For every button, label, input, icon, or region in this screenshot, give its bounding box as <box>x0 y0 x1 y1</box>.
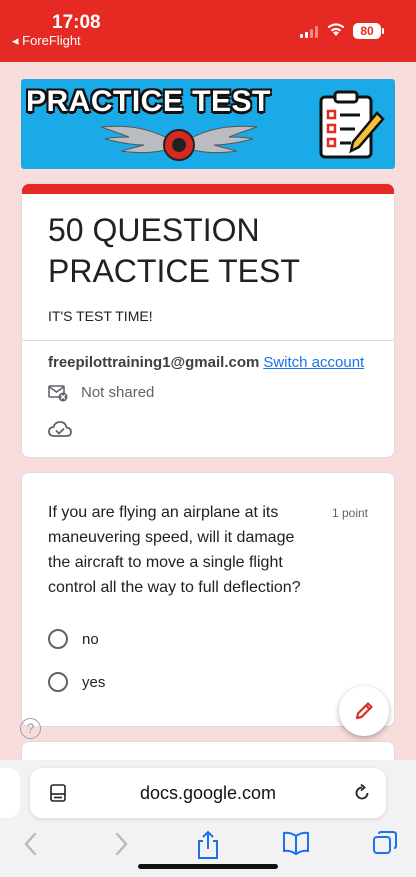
share-icon[interactable] <box>196 830 220 860</box>
banner-title: PRACTICE TEST <box>26 85 271 118</box>
edit-icon <box>355 702 373 720</box>
back-icon[interactable] <box>22 830 40 858</box>
edit-button[interactable] <box>339 686 389 736</box>
form-title: 50 QUESTION PRACTICE TEST <box>48 212 300 289</box>
not-shared-label: Not shared <box>81 384 155 401</box>
question-text: If you are flying an airplane at its man… <box>48 504 301 596</box>
clipboard-checklist-icon <box>319 90 385 159</box>
cloud-icon <box>48 421 72 437</box>
back-to-app-link[interactable]: ◂ ForeFlight <box>12 33 81 49</box>
option-no[interactable]: no <box>48 629 99 649</box>
option-label: no <box>82 630 99 648</box>
url-text[interactable]: docs.google.com <box>30 783 386 804</box>
wifi-icon <box>327 23 345 36</box>
option-yes[interactable]: yes <box>48 672 105 692</box>
previous-tab-peek[interactable] <box>0 768 20 818</box>
address-bar[interactable]: docs.google.com <box>30 768 386 818</box>
clock: 17:08 <box>52 12 101 33</box>
account-row: freepilottraining1@gmail.com Switch accou… <box>48 354 364 371</box>
browser-bottom-bar: docs.google.com <box>0 760 416 877</box>
help-icon[interactable]: ? <box>20 718 41 739</box>
form-description: IT'S TEST TIME! <box>48 308 153 324</box>
form-header-card: 50 QUESTION PRACTICE TEST IT'S TEST TIME… <box>21 183 395 458</box>
switch-account-link[interactable]: Switch account <box>263 354 364 371</box>
battery-indicator: 80 <box>353 23 384 39</box>
status-bar: 17:08 ◂ ForeFlight 80 <box>0 0 416 62</box>
reload-icon[interactable] <box>352 783 372 803</box>
mail-off-icon <box>48 385 68 402</box>
home-indicator <box>138 864 278 869</box>
pilot-wings-icon <box>100 125 258 161</box>
bookmarks-icon[interactable] <box>282 830 310 856</box>
question-card: If you are flying an airplane at its man… <box>21 472 395 727</box>
question-points: 1 point <box>331 506 368 520</box>
account-email: freepilottraining1@gmail.com <box>48 354 260 371</box>
forward-icon[interactable] <box>112 830 130 858</box>
radio-button[interactable] <box>48 629 68 649</box>
radio-button[interactable] <box>48 672 68 692</box>
cellular-signal-icon <box>300 26 322 38</box>
divider <box>22 340 394 341</box>
tabs-icon[interactable] <box>372 830 398 856</box>
option-label: yes <box>82 673 106 691</box>
card-accent-bar <box>22 184 394 194</box>
browser-toolbar <box>0 826 416 866</box>
header-banner: PRACTICE TEST <box>21 79 395 169</box>
